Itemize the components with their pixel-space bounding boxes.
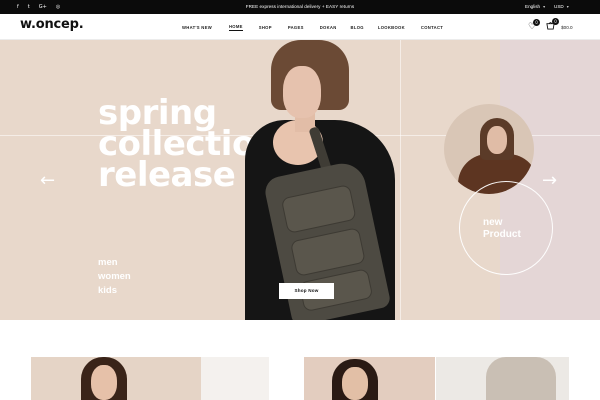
currency-label: USD bbox=[554, 4, 564, 9]
header-icons: ♡ 0 0 $00.0 bbox=[528, 14, 573, 40]
arrow-left-icon[interactable]: ← bbox=[40, 170, 55, 191]
product-banner[interactable] bbox=[201, 357, 269, 400]
language-label: English bbox=[525, 4, 541, 9]
nav-item-whats-new[interactable]: WHAT'S NEW bbox=[182, 25, 212, 30]
site-header: w.oncep. WHAT'S NEW HOME SHOP PAGES DOKA… bbox=[0, 14, 600, 40]
top-bar: f t G+ ◎ FREE express international deli… bbox=[0, 0, 600, 14]
wishlist-icon[interactable]: ♡ 0 bbox=[528, 19, 541, 32]
nav-item-shop[interactable]: SHOP bbox=[259, 25, 272, 30]
nav-item-blog[interactable]: BLOG bbox=[351, 25, 364, 30]
new-product-label-line: Product bbox=[483, 229, 521, 240]
chevron-down-icon: ▾ bbox=[543, 4, 546, 9]
site-logo[interactable]: w.oncep. bbox=[20, 17, 84, 32]
product-banner[interactable] bbox=[436, 357, 569, 400]
product-grid bbox=[0, 320, 600, 400]
promo-text: FREE express international delivery + EA… bbox=[245, 4, 355, 9]
nav-item-home[interactable]: HOME bbox=[228, 24, 243, 31]
new-product-label-line: new bbox=[483, 217, 503, 228]
category-link-kids[interactable]: kids bbox=[98, 284, 131, 298]
chevron-down-icon: ▾ bbox=[566, 4, 569, 9]
cart-icon[interactable]: 0 bbox=[546, 18, 560, 33]
hero-categories: men women kids bbox=[98, 256, 131, 298]
new-product-label[interactable]: new Product bbox=[483, 217, 521, 241]
category-link-men[interactable]: men bbox=[98, 256, 131, 270]
nav-item-contact[interactable]: CONTACT bbox=[421, 25, 443, 30]
hero-slider: spring collection release men women kids… bbox=[0, 40, 600, 320]
nav-item-dokan[interactable]: DOKAN bbox=[320, 25, 337, 30]
nav-item-pages[interactable]: PAGES bbox=[288, 25, 304, 30]
cart-count-badge: 0 bbox=[552, 18, 560, 25]
wishlist-count-badge: 0 bbox=[533, 19, 541, 26]
currency-selector[interactable]: USD ▾ bbox=[554, 0, 569, 14]
language-selector[interactable]: English ▾ bbox=[525, 0, 545, 14]
shop-now-button[interactable]: Shop Now bbox=[279, 283, 334, 299]
category-link-women[interactable]: women bbox=[98, 270, 131, 284]
cart-total[interactable]: $00.0 bbox=[561, 25, 573, 30]
product-banner[interactable] bbox=[31, 357, 201, 400]
new-product-image[interactable] bbox=[444, 104, 534, 194]
arrow-right-icon[interactable]: → bbox=[542, 170, 557, 191]
nav-item-lookbook[interactable]: LOOKBOOK bbox=[378, 25, 405, 30]
hero-model-image bbox=[235, 40, 400, 320]
main-nav: WHAT'S NEW HOME SHOP PAGES DOKAN BLOG LO… bbox=[182, 14, 443, 40]
divider bbox=[400, 40, 401, 320]
product-banner[interactable] bbox=[304, 357, 435, 400]
